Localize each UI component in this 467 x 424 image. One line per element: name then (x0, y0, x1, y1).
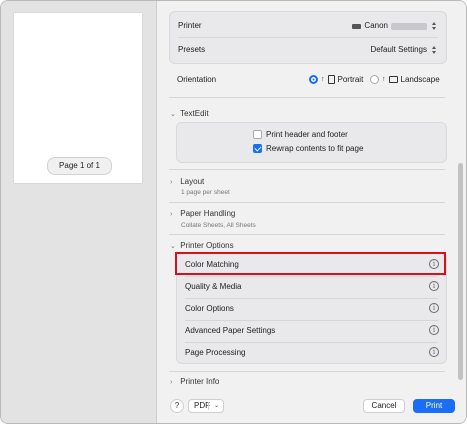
up-arrow-icon: ↑ (382, 76, 386, 83)
divider (169, 97, 445, 98)
printer-row[interactable]: Printer Canon (170, 15, 446, 37)
print-header-footer-checkbox[interactable] (253, 130, 262, 139)
printer-info-title: Printer Info (180, 377, 220, 386)
printer-value: Canon (364, 21, 388, 30)
rewrap-contents-label: Rewrap contents to fit page (266, 144, 364, 153)
option-page-processing[interactable]: Page Processing i (177, 342, 446, 364)
portrait-radio[interactable] (309, 75, 318, 84)
printer-label: Printer (178, 21, 202, 30)
dialog-footer: ? PDF ⌄ Cancel Print (157, 391, 466, 423)
settings-pane: Printer Canon Presets Default Settings O… (157, 1, 466, 423)
divider (208, 402, 209, 410)
chevron-updown-icon (430, 45, 438, 55)
layout-title: Layout (180, 177, 205, 186)
info-icon[interactable]: i (429, 347, 439, 357)
option-quality-media[interactable]: Quality & Media i (177, 276, 446, 298)
layout-summary: 1 page per sheet (181, 189, 230, 196)
option-label: Color Options (185, 304, 234, 313)
presets-label: Presets (178, 45, 206, 54)
portrait-label: Portrait (337, 75, 364, 84)
presets-select[interactable]: Default Settings (371, 39, 438, 61)
option-label: Quality & Media (185, 282, 242, 291)
print-dialog: Page 1 of 1 Printer Canon Presets Defaul… (0, 0, 467, 424)
highlight-frame (175, 252, 446, 275)
printer-icon (352, 23, 362, 29)
print-button[interactable]: Print (413, 399, 455, 413)
scrollbar-thumb[interactable] (458, 163, 463, 380)
printer-options-section-header[interactable]: ⌄ Printer Options (170, 241, 234, 250)
orientation-row: Orientation ↑ Portrait ↑ Landscape (157, 71, 454, 89)
printer-model-redacted (391, 22, 427, 30)
info-icon[interactable]: i (429, 303, 439, 313)
presets-value: Default Settings (370, 45, 427, 54)
help-button[interactable]: ? (170, 399, 184, 413)
divider (169, 169, 445, 170)
page-preview: Page 1 of 1 (14, 13, 142, 183)
paper-handling-summary: Collate Sheets, All Sheets (181, 222, 256, 229)
page-indicator[interactable]: Page 1 of 1 (47, 157, 112, 175)
chevron-down-icon: ⌄ (170, 243, 176, 250)
printer-presets-card: Printer Canon Presets Default Settings (169, 11, 447, 64)
vertical-scrollbar[interactable] (456, 1, 465, 391)
divider (169, 371, 445, 372)
orientation-label: Orientation (177, 75, 217, 84)
rewrap-contents-checkbox[interactable] (253, 144, 262, 153)
printer-options-header-label: Printer Options (180, 241, 234, 250)
textedit-section-header[interactable]: ⌄ TextEdit (170, 109, 209, 118)
textedit-header-label: TextEdit (180, 109, 209, 118)
up-arrow-icon: ↑ (321, 76, 325, 83)
printer-info-section-header[interactable]: › Printer Info (170, 377, 219, 386)
paper-handling-title: Paper Handling (180, 209, 236, 218)
landscape-label: Landscape (400, 75, 440, 84)
landscape-page-icon (388, 76, 398, 83)
chevron-down-icon: ⌄ (213, 403, 219, 409)
portrait-page-icon (327, 75, 335, 84)
textedit-options-card: Print header and footer Rewrap contents … (176, 122, 447, 163)
divider (178, 37, 438, 38)
info-icon[interactable]: i (429, 281, 439, 291)
paper-handling-section-header[interactable]: › Paper Handling (170, 209, 235, 218)
divider (169, 202, 445, 203)
rewrap-contents-option[interactable]: Rewrap contents to fit page (253, 144, 363, 153)
chevron-updown-icon (430, 21, 438, 31)
chevron-right-icon: › (170, 211, 173, 218)
pdf-menu-button[interactable]: PDF ⌄ (188, 399, 224, 413)
preview-pane: Page 1 of 1 (1, 1, 157, 423)
presets-row[interactable]: Presets Default Settings (170, 39, 446, 61)
option-advanced-paper-settings[interactable]: Advanced Paper Settings i (177, 320, 446, 342)
print-header-footer-label: Print header and footer (266, 130, 348, 139)
settings-scroll-area[interactable]: Printer Canon Presets Default Settings O… (157, 1, 454, 391)
info-icon[interactable]: i (429, 325, 439, 335)
layout-section-header[interactable]: › Layout (170, 177, 204, 186)
cancel-button[interactable]: Cancel (363, 399, 405, 413)
option-color-options[interactable]: Color Options i (177, 298, 446, 320)
print-header-footer-option[interactable]: Print header and footer (253, 130, 348, 139)
orientation-portrait-option[interactable]: ↑ Portrait (309, 75, 363, 84)
option-label: Advanced Paper Settings (185, 326, 276, 335)
landscape-radio[interactable] (370, 75, 379, 84)
divider (169, 234, 445, 235)
chevron-right-icon: › (170, 379, 173, 386)
orientation-landscape-option[interactable]: ↑ Landscape (370, 75, 440, 84)
chevron-right-icon: › (170, 179, 173, 186)
chevron-down-icon: ⌄ (170, 111, 176, 118)
option-label: Page Processing (185, 348, 246, 357)
printer-select[interactable]: Canon (352, 15, 438, 37)
